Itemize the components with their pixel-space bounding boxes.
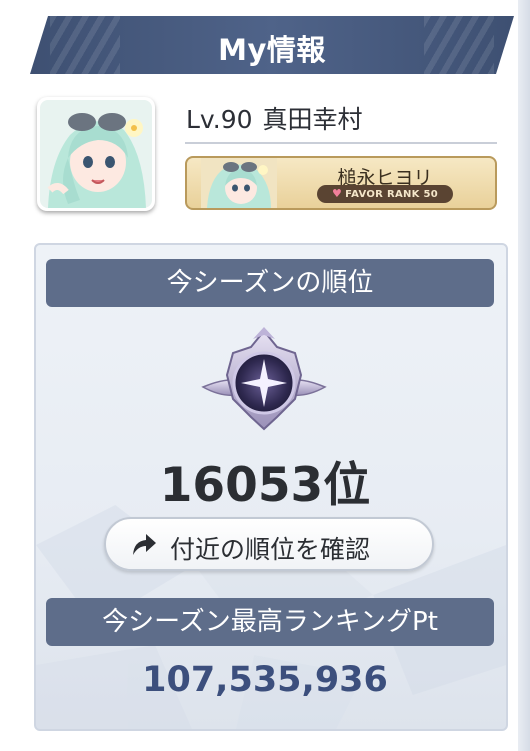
check-nearby-rank-button[interactable]: 付近の順位を確認 [104, 517, 434, 571]
favor-rank-badge: ♥ FAVOR RANK 50 [317, 185, 453, 203]
rank-value: 16053位 [159, 458, 371, 513]
season-best-pt-value: 107,535,936 [142, 660, 388, 700]
divider [185, 142, 497, 144]
player-info: Lv.90 真田幸村 [186, 100, 363, 136]
favor-rank-label: FAVOR RANK 50 [345, 189, 439, 200]
scroll-edge [518, 0, 530, 751]
rank-emblem-icon [201, 327, 327, 431]
rank-emblem [197, 325, 331, 435]
share-arrow-icon [133, 534, 156, 555]
player-avatar[interactable] [37, 97, 155, 211]
player-level: Lv.90 [186, 105, 253, 134]
header-banner: My情報 [30, 16, 514, 74]
heart-icon: ♥ [331, 187, 343, 200]
page-title: My情報 [218, 33, 326, 67]
favor-thumbnail [201, 158, 277, 208]
check-nearby-rank-label: 付近の順位を確認 [170, 535, 371, 564]
favor-portrait-icon [201, 158, 277, 208]
season-rank-header: 今シーズンの順位 [46, 259, 494, 307]
avatar-portrait-icon [40, 100, 152, 208]
season-best-pt-header: 今シーズン最高ランキングPt [46, 598, 494, 646]
player-name: 真田幸村 [262, 105, 363, 134]
favor-character-card[interactable]: 槌永ヒヨリ ♥ FAVOR RANK 50 [185, 156, 497, 210]
